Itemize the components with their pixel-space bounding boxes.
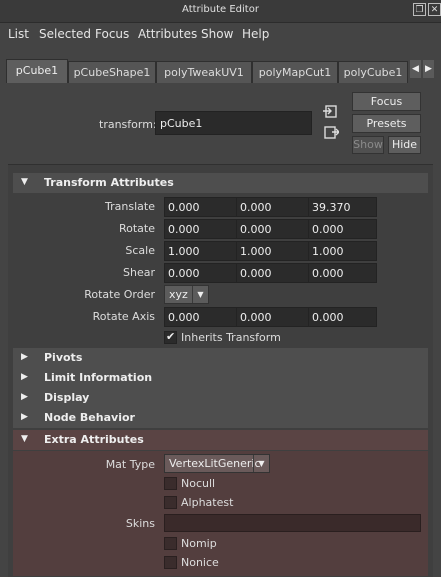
node-type-label: transform: bbox=[99, 118, 157, 131]
shear-x-field[interactable]: 0.000 bbox=[164, 263, 237, 283]
rotate-order-value: xyz bbox=[169, 288, 188, 301]
nocull-label: Nocull bbox=[181, 477, 216, 490]
expand-arrow-icon: ▶ bbox=[21, 372, 28, 382]
expand-arrow-icon: ▶ bbox=[21, 412, 28, 422]
nomip-checkbox[interactable] bbox=[164, 537, 177, 550]
tab-polymapcut1[interactable]: polyMapCut1 bbox=[252, 61, 338, 83]
menu-attributes[interactable]: Attributes bbox=[138, 27, 197, 41]
rotate-order-dropdown[interactable]: xyz ▼ bbox=[164, 285, 209, 304]
shear-y-field[interactable]: 0.000 bbox=[236, 263, 309, 283]
translate-y-field[interactable]: 0.000 bbox=[236, 197, 309, 217]
menu-show[interactable]: Show bbox=[201, 27, 233, 41]
skins-label: Skins bbox=[125, 517, 155, 530]
collapse-arrow-icon: ▼ bbox=[21, 177, 28, 187]
rotate-axis-z-field[interactable]: 0.000 bbox=[308, 307, 377, 327]
scroll-right-icon[interactable]: ▶ bbox=[423, 60, 434, 78]
collapse-arrow-icon: ▼ bbox=[21, 434, 28, 444]
skins-field[interactable] bbox=[164, 514, 421, 532]
shear-z-field[interactable]: 0.000 bbox=[308, 263, 377, 283]
section-transform-attributes[interactable]: ▼ Transform Attributes bbox=[13, 173, 428, 193]
scale-y-field[interactable]: 1.000 bbox=[236, 241, 309, 261]
load-node-icon[interactable] bbox=[323, 105, 339, 119]
node-name-field[interactable]: pCube1 bbox=[155, 111, 312, 135]
rotate-axis-x-field[interactable]: 0.000 bbox=[164, 307, 237, 327]
section-limit-information[interactable]: ▶ Limit Information bbox=[13, 368, 428, 388]
menu-list[interactable]: List bbox=[8, 27, 29, 41]
tab-pcubeshape1[interactable]: pCubeShape1 bbox=[68, 61, 156, 83]
nonice-checkbox[interactable] bbox=[164, 556, 177, 569]
title-bar: Attribute Editor ❐ ✕ bbox=[0, 0, 441, 23]
nocull-checkbox[interactable] bbox=[164, 477, 177, 490]
nomip-label: Nomip bbox=[181, 537, 217, 550]
rotate-z-field[interactable]: 0.000 bbox=[308, 219, 377, 239]
close-icon[interactable]: ✕ bbox=[428, 3, 441, 16]
translate-z-field[interactable]: 39.370 bbox=[308, 197, 377, 217]
rotate-axis-label: Rotate Axis bbox=[92, 310, 155, 323]
show-button[interactable]: Show bbox=[352, 136, 384, 154]
tab-polytweakuv1[interactable]: polyTweakUV1 bbox=[156, 61, 252, 83]
menu-help[interactable]: Help bbox=[242, 27, 269, 41]
section-title: Node Behavior bbox=[44, 411, 135, 424]
section-extra-attributes[interactable]: ▼ Extra Attributes bbox=[13, 430, 428, 450]
alphatest-checkbox[interactable] bbox=[164, 496, 177, 509]
expand-arrow-icon: ▶ bbox=[21, 392, 28, 402]
inherits-transform-label: Inherits Transform bbox=[181, 331, 281, 344]
section-title: Display bbox=[44, 391, 90, 404]
mat-type-label: Mat Type bbox=[105, 458, 155, 471]
node-tabs: pCube1 pCubeShape1 polyTweakUV1 polyMapC… bbox=[0, 57, 441, 83]
section-title: Pivots bbox=[44, 351, 83, 364]
section-pivots[interactable]: ▶ Pivots bbox=[13, 348, 428, 368]
rotate-order-label: Rotate Order bbox=[84, 288, 155, 301]
rotate-axis-y-field[interactable]: 0.000 bbox=[236, 307, 309, 327]
rotate-y-field[interactable]: 0.000 bbox=[236, 219, 309, 239]
restore-icon[interactable]: ❐ bbox=[413, 3, 426, 16]
shear-label: Shear bbox=[123, 266, 155, 279]
section-title: Extra Attributes bbox=[44, 433, 144, 446]
section-title: Transform Attributes bbox=[44, 176, 174, 189]
mat-type-value: VertexLitGeneric bbox=[169, 457, 261, 470]
window-title: Attribute Editor bbox=[182, 4, 259, 15]
scale-label: Scale bbox=[125, 244, 155, 257]
hide-button[interactable]: Hide bbox=[388, 136, 421, 154]
focus-button[interactable]: Focus bbox=[352, 92, 421, 111]
menu-focus[interactable]: Focus bbox=[95, 27, 129, 41]
menu-selected[interactable]: Selected bbox=[39, 27, 91, 41]
select-node-icon[interactable] bbox=[323, 126, 339, 140]
section-title: Limit Information bbox=[44, 371, 153, 384]
presets-button[interactable]: Presets bbox=[352, 114, 421, 133]
tab-polycube1[interactable]: polyCube1 bbox=[338, 61, 408, 83]
alphatest-label: Alphatest bbox=[181, 496, 234, 509]
inherits-transform-checkbox[interactable]: ✔ bbox=[164, 330, 177, 344]
rotate-x-field[interactable]: 0.000 bbox=[164, 219, 237, 239]
expand-arrow-icon: ▶ bbox=[21, 352, 28, 362]
checkmark-icon: ✔ bbox=[166, 330, 176, 343]
dropdown-caret-icon: ▼ bbox=[192, 286, 208, 303]
menu-bar: List Selected Focus Attributes Show Help bbox=[0, 23, 441, 45]
scale-x-field[interactable]: 1.000 bbox=[164, 241, 237, 261]
scale-z-field[interactable]: 1.000 bbox=[308, 241, 377, 261]
translate-label: Translate bbox=[105, 200, 155, 213]
section-node-behavior[interactable]: ▶ Node Behavior bbox=[13, 408, 428, 428]
nonice-label: Nonice bbox=[181, 556, 219, 569]
mat-type-dropdown[interactable]: VertexLitGeneric ▼ bbox=[164, 454, 270, 473]
dropdown-caret-icon: ▼ bbox=[253, 455, 269, 472]
scroll-left-icon[interactable]: ◀ bbox=[410, 60, 421, 78]
section-display[interactable]: ▶ Display bbox=[13, 388, 428, 408]
rotate-label: Rotate bbox=[118, 222, 155, 235]
tab-pcube1[interactable]: pCube1 bbox=[6, 59, 68, 83]
translate-x-field[interactable]: 0.000 bbox=[164, 197, 237, 217]
